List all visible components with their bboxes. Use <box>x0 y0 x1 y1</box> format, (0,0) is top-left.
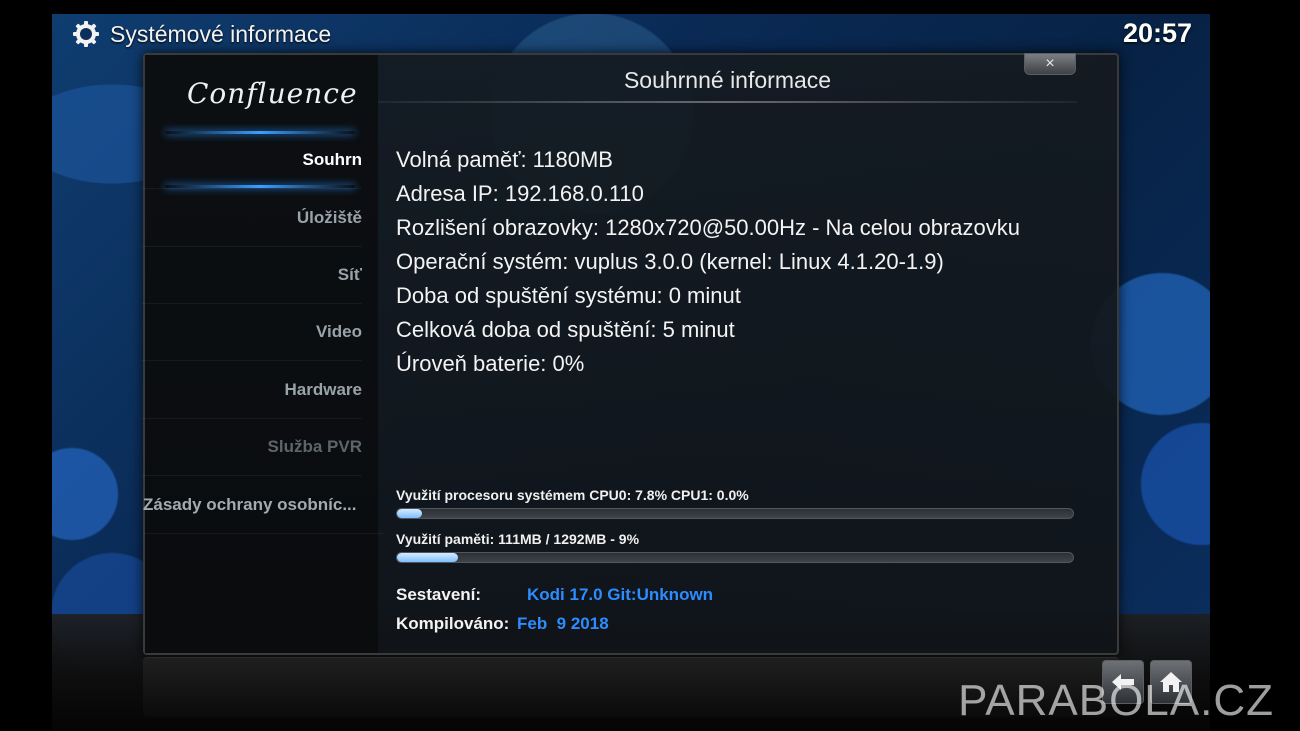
info-free-memory: Volná paměť: 1180MB <box>396 147 613 172</box>
info-battery: Úroveň baterie: 0% <box>396 351 585 376</box>
confluence-logo: Confluence <box>187 77 358 110</box>
window-header: Systémové informace <box>72 20 331 48</box>
info-resolution: Rozlišení obrazovky: 1280x720@50.00Hz - … <box>396 215 1021 240</box>
gear-icon <box>73 21 99 47</box>
watermark: PARABOLA.CZ <box>958 676 1274 725</box>
memory-usage-bar <box>396 552 1074 563</box>
sidebar-item-souhrn[interactable]: Souhrn <box>142 131 362 189</box>
sidebar-item-pvr[interactable]: Služba PVR <box>142 418 362 476</box>
memory-usage-label: Využití paměti: 111MB / 1292MB - 9% <box>396 531 640 547</box>
info-system-uptime: Doba od spuštění systému: 0 minut <box>396 283 741 308</box>
build-value: Kodi 17.0 Git:Unknown <box>527 585 714 604</box>
info-os: Operační systém: vuplus 3.0.0 (kernel: L… <box>396 249 944 274</box>
sidebar-item-privacy[interactable]: Zásady ochrany osobníc... <box>143 476 383 534</box>
info-total-uptime: Celková doba od spuštění: 5 minut <box>396 317 735 342</box>
dialog-title: Souhrnné informace <box>623 67 832 93</box>
compiled-value: Feb 9 2018 <box>517 614 609 633</box>
sidebar: Confluence Souhrn Úložiště Síť Video Har… <box>142 55 383 653</box>
build-label: Sestavení: <box>396 585 482 604</box>
cpu-usage-label: Využití procesoru systémem CPU0: 7.8% CP… <box>396 487 749 503</box>
system-info-dialog: Confluence Souhrn Úložiště Síť Video Har… <box>142 53 1119 655</box>
sidebar-item-sit[interactable]: Síť <box>142 246 362 304</box>
window-title: Systémové informace <box>110 20 332 47</box>
memory-usage-fill <box>397 553 458 562</box>
sidebar-item-uloziste[interactable]: Úložiště <box>142 189 362 247</box>
cpu-usage-bar <box>396 508 1074 519</box>
title-divider <box>378 101 1077 103</box>
sidebar-item-hardware[interactable]: Hardware <box>142 361 362 419</box>
info-ip-address: Adresa IP: 192.168.0.110 <box>396 181 644 206</box>
cpu-usage-fill <box>397 509 422 518</box>
info-list: Volná paměť: 1180MB Adresa IP: 192.168.0… <box>396 143 1020 381</box>
clock: 20:57 <box>1122 18 1192 48</box>
compiled-label: Kompilováno: <box>396 614 510 633</box>
sidebar-item-video[interactable]: Video <box>142 303 362 361</box>
